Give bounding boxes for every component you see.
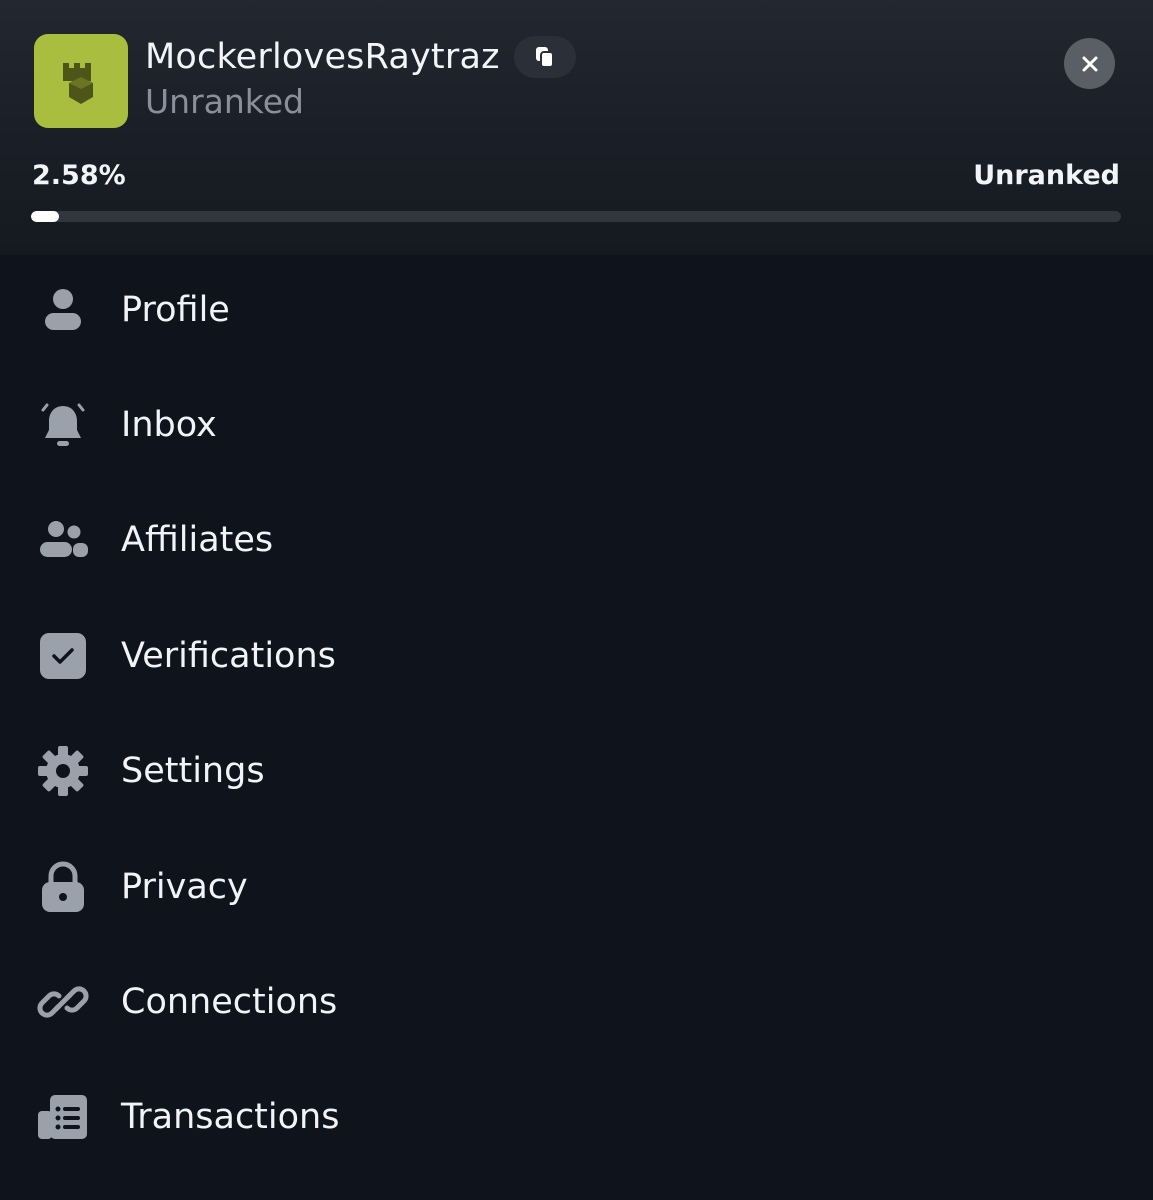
menu-item-inbox[interactable]: Inbox xyxy=(0,367,1153,482)
close-button[interactable] xyxy=(1064,38,1115,89)
menu-item-label: Profile xyxy=(121,289,230,330)
close-icon xyxy=(1082,56,1097,71)
username-row: MockerlovesRaytraz xyxy=(145,34,576,80)
castle-icon xyxy=(63,63,93,104)
menu-item-label: Privacy xyxy=(121,866,248,907)
gear-icon xyxy=(33,741,93,801)
copy-username-button[interactable] xyxy=(513,36,576,78)
menu-item-label: Inbox xyxy=(121,405,217,446)
link-icon xyxy=(33,972,93,1032)
menu-item-label: Settings xyxy=(121,751,265,792)
copy-icon xyxy=(535,47,554,68)
bell-icon xyxy=(33,395,93,455)
checkbox-icon xyxy=(33,626,93,686)
menu-item-connections[interactable]: Connections xyxy=(0,944,1153,1059)
receipt-icon xyxy=(33,1087,93,1147)
menu-item-transactions[interactable]: Transactions xyxy=(0,1060,1153,1175)
username: MockerlovesRaytraz xyxy=(145,37,500,77)
menu-item-label: Affiliates xyxy=(121,520,274,561)
menu-item-affiliates[interactable]: Affiliates xyxy=(0,483,1153,598)
menu-item-label: Verifications xyxy=(121,635,336,676)
lock-icon xyxy=(33,857,93,917)
menu-item-label: Connections xyxy=(121,982,338,1023)
rank-progress-bar xyxy=(31,211,1121,222)
menu-item-verifications[interactable]: Verifications xyxy=(0,598,1153,713)
rank-subtitle: Unranked xyxy=(145,82,304,121)
avatar[interactable] xyxy=(34,34,128,128)
menu-item-privacy[interactable]: Privacy xyxy=(0,829,1153,944)
menu-item-label: Transactions xyxy=(121,1097,340,1138)
progress-percent: 2.58% xyxy=(32,160,126,191)
menu-item-profile[interactable]: Profile xyxy=(0,252,1153,367)
account-header: MockerlovesRaytraz Unranked 2.58% Unrank… xyxy=(0,0,1153,255)
user-icon xyxy=(33,280,93,340)
users-icon xyxy=(33,510,93,570)
account-menu-panel: MockerlovesRaytraz Unranked 2.58% Unrank… xyxy=(0,0,1153,1200)
next-rank-label: Unranked xyxy=(973,160,1120,191)
menu-item-settings[interactable]: Settings xyxy=(0,714,1153,829)
account-menu: Profile Inbox Affiliates Verifications S… xyxy=(0,252,1153,1175)
rank-progress-fill xyxy=(31,211,60,222)
